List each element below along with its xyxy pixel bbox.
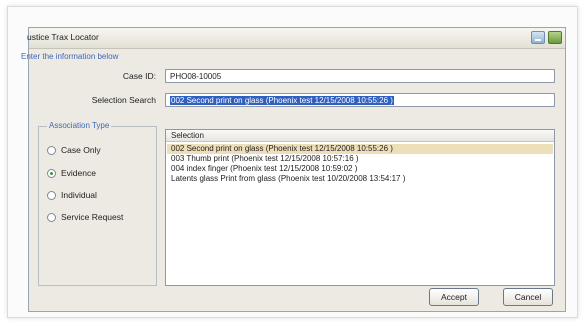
radio-label: Individual	[61, 190, 97, 200]
case-id-value: PHO08-10005	[170, 72, 222, 81]
cancel-button[interactable]: Cancel	[503, 288, 553, 306]
window-title: ustice Trax Locator	[27, 32, 99, 42]
radio-label: Evidence	[61, 168, 96, 178]
radio-case-only[interactable]: Case Only	[47, 145, 101, 157]
radio-service-request[interactable]: Service Request	[47, 212, 123, 224]
selection-search-field[interactable]: 002 Second print on glass (Phoenix test …	[165, 93, 555, 107]
selection-column-header[interactable]: Selection	[166, 130, 554, 142]
radio-circle-icon[interactable]	[47, 191, 56, 201]
radio-individual[interactable]: Individual	[47, 190, 97, 202]
selection-list[interactable]: Selection 002 Second print on glass (Pho…	[165, 129, 555, 286]
case-id-field[interactable]: PHO08-10005	[165, 69, 555, 83]
case-id-label: Case ID:	[122, 71, 156, 81]
radio-circle-icon[interactable]	[47, 213, 56, 223]
radio-label: Case Only	[61, 145, 101, 155]
selection-search-label: Selection Search	[91, 95, 156, 105]
close-button[interactable]	[548, 31, 562, 44]
association-type-title: Association Type	[47, 121, 112, 130]
list-item[interactable]: 004 index finger (Phoenix test 12/15/200…	[167, 164, 553, 174]
radio-evidence[interactable]: Evidence	[47, 168, 96, 180]
radio-checked-icon[interactable]	[47, 169, 56, 179]
title-bar[interactable]: ustice Trax Locator	[27, 28, 565, 49]
radio-label: Service Request	[61, 212, 124, 222]
list-item[interactable]: 002 Second print on glass (Phoenix test …	[167, 144, 553, 154]
dialog-window: ustice Trax Locator Enter the informatio…	[21, 27, 566, 312]
instruction-label: Enter the information below	[21, 52, 119, 61]
list-item[interactable]: Latents glass Print from glass (Phoenix …	[167, 174, 553, 184]
accept-button[interactable]: Accept	[429, 288, 479, 306]
minimize-button[interactable]	[531, 31, 545, 44]
radio-circle-icon[interactable]	[47, 146, 56, 156]
screenshot-frame: ustice Trax Locator Enter the informatio…	[7, 6, 578, 318]
association-type-group: Association Type Case Only Evidence Indi…	[38, 121, 157, 286]
list-item[interactable]: 003 Thumb print (Phoenix test 12/15/2008…	[167, 154, 553, 164]
selection-search-value: 002 Second print on glass (Phoenix test …	[170, 96, 394, 105]
